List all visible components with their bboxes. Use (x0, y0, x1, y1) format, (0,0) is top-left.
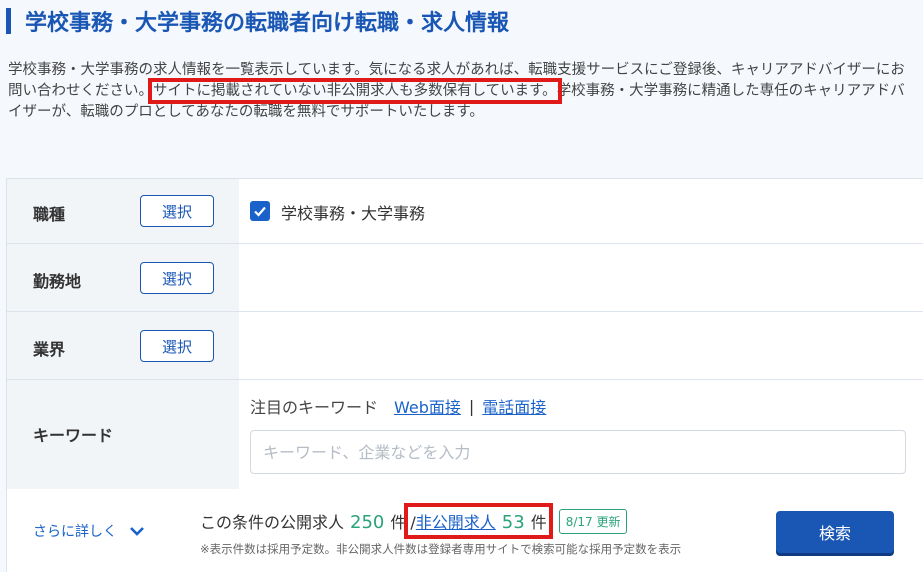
title-accent-bar (6, 8, 11, 34)
nonpublic-count-unit: 件 (530, 513, 547, 532)
search-footer: さらに詳しく この条件の公開求人 250 件 / 非公開求人 53 件 8/17… (7, 489, 923, 572)
more-options-label: さらに詳しく (33, 524, 117, 540)
page-title: 学校事務・大学事務の転職者向け転職・求人情報 (25, 11, 510, 36)
filter-row-location: 勤務地 選択 (7, 244, 923, 312)
check-icon (254, 206, 266, 217)
nonpublic-count-group: / 非公開求人 53 件 (404, 503, 553, 539)
keyword-label: キーワード (33, 426, 114, 445)
keyword-link-web-interview[interactable]: Web面接 (394, 394, 461, 418)
job-type-label: 職種 (33, 205, 66, 224)
updated-badge: 8/17 更新 (558, 509, 628, 534)
public-count: 250 (350, 512, 385, 533)
keyword-link-separator: | (468, 396, 475, 416)
job-type-selected: 学校事務・大学事務 (281, 204, 426, 223)
nonpublic-count: 53 (501, 512, 525, 533)
page-header: 学校事務・大学事務の転職者向け転職・求人情報 (6, 6, 509, 36)
keyword-link-phone-interview[interactable]: 電話面接 (482, 394, 546, 418)
filter-row-job-type: 職種 選択 学校事務・大学事務 (7, 179, 923, 244)
job-type-checkbox[interactable] (250, 201, 270, 221)
chevron-down-icon (130, 527, 144, 536)
filter-row-industry: 業界 選択 (7, 312, 923, 380)
result-count: この条件の公開求人 250 件 / 非公開求人 53 件 8/17 更新 (200, 503, 628, 539)
public-count-unit: 件 (390, 513, 407, 532)
search-panel: 職種 選択 学校事務・大学事務 勤務地 選択 業界 選択 キーワード 注目のキー… (6, 178, 923, 572)
keyword-hint: 注目のキーワード Web面接 | 電話面接 (250, 394, 546, 418)
industry-label: 業界 (33, 340, 66, 359)
more-options-toggle[interactable]: さらに詳しく (33, 521, 145, 541)
count-note: ※表示件数は採用予定数。非公開求人件数は登録者専用サイトで検索可能な採用予定数を… (200, 542, 682, 556)
nonpublic-jobs-link[interactable]: 非公開求人 (416, 509, 496, 533)
location-label: 勤務地 (33, 272, 82, 291)
search-button[interactable]: 検索 (776, 511, 894, 553)
count-prefix: この条件の公開求人 (200, 513, 345, 532)
keyword-hint-prefix: 注目のキーワード (250, 398, 379, 417)
job-type-select-button[interactable]: 選択 (140, 195, 214, 227)
industry-select-button[interactable]: 選択 (140, 330, 214, 362)
keyword-input[interactable] (250, 430, 906, 474)
intro-highlight: サイトに掲載されていない非公開求人も多数保有しています。 (148, 78, 562, 104)
intro-text: 学校事務・大学事務の求人情報を一覧表示しています。気になる求人があれば、転職支援… (8, 60, 918, 123)
location-select-button[interactable]: 選択 (140, 262, 214, 294)
